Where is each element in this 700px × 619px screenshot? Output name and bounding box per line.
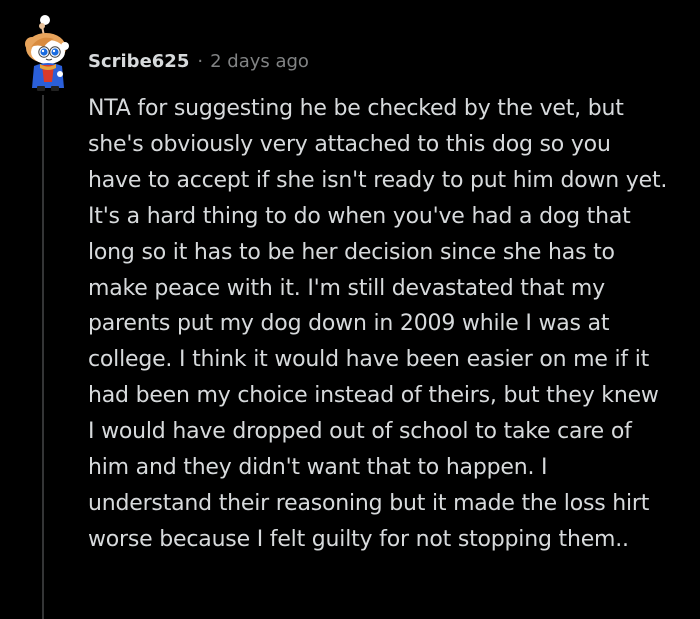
thread-line[interactable] xyxy=(42,95,44,619)
comment-meta: Scribe625 · 2 days ago xyxy=(88,48,309,74)
comment-body: NTA for suggesting he be checked by the … xyxy=(88,96,668,552)
snoo-avatar-icon[interactable] xyxy=(20,22,76,92)
comment: Scribe625 · 2 days ago NTA for suggestin… xyxy=(0,0,700,619)
meta-separator: · xyxy=(197,50,204,72)
comment-timestamp: 2 days ago xyxy=(210,50,309,72)
username-link[interactable]: Scribe625 xyxy=(88,51,189,72)
